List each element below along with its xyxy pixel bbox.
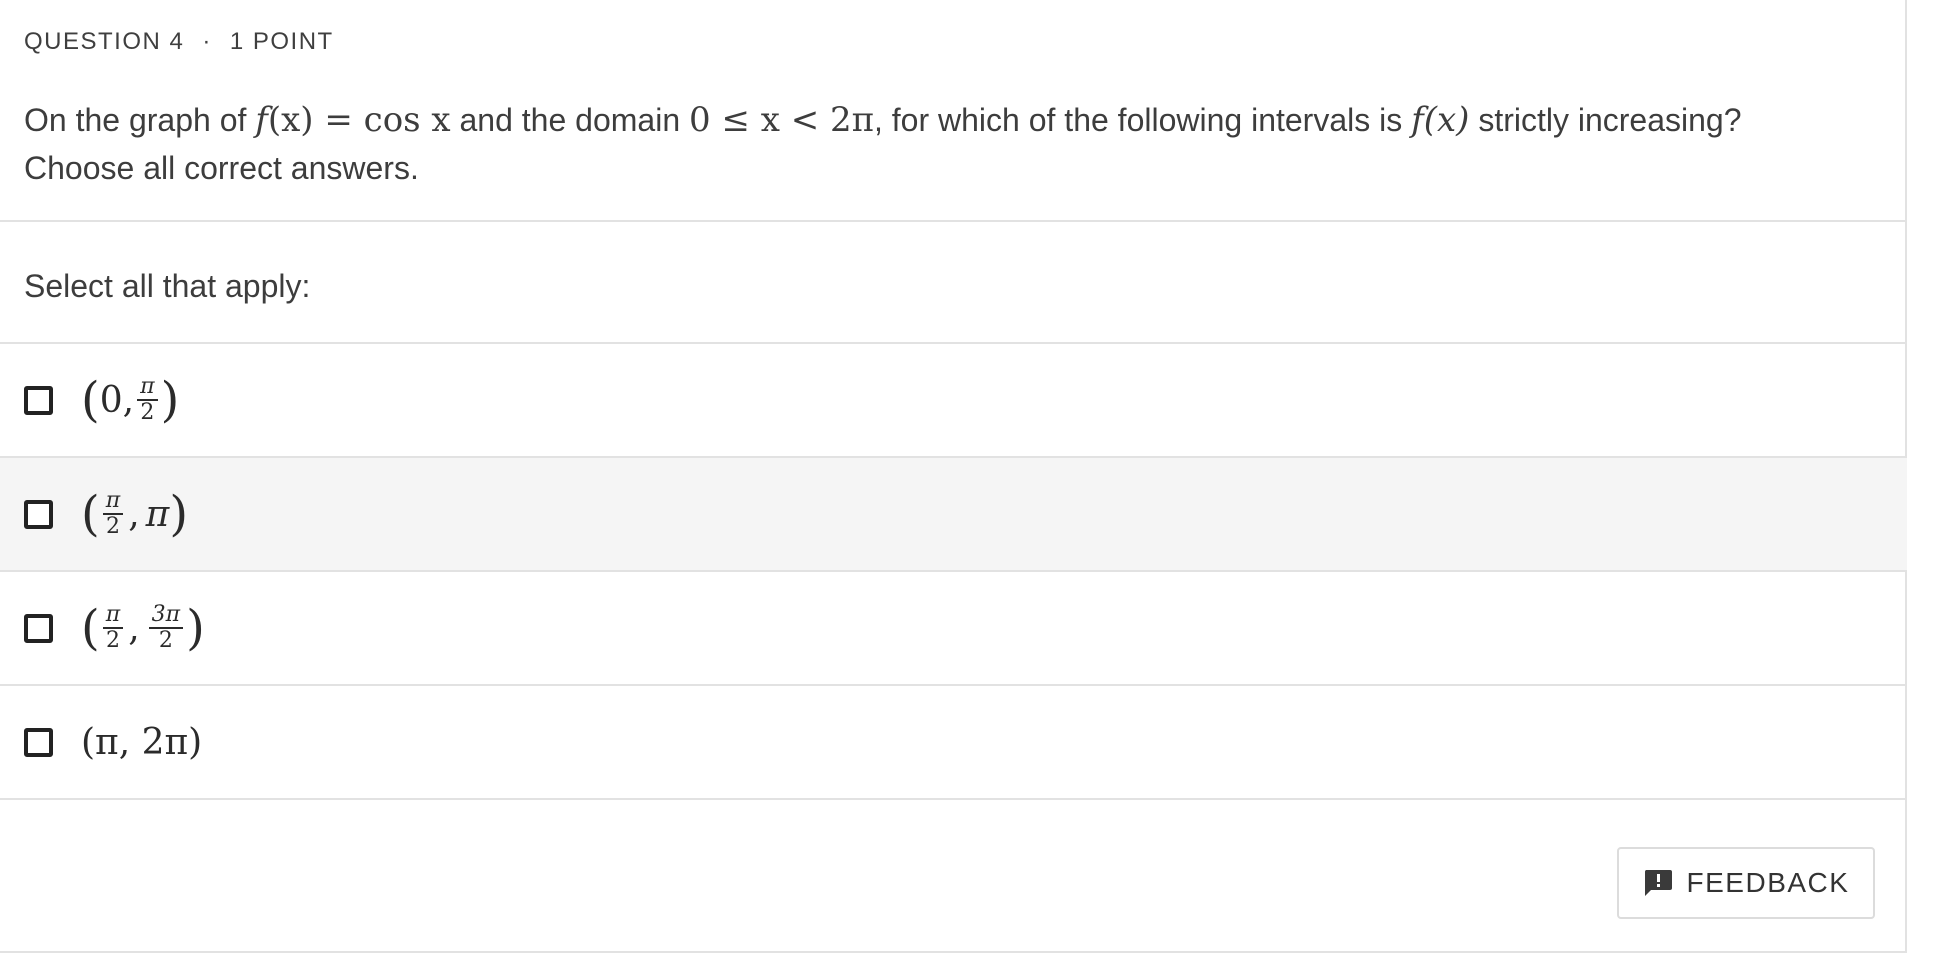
- option-label: (π, 2π): [81, 721, 203, 763]
- option-label: ( π2 , 3π 2 ): [81, 600, 205, 656]
- checkbox[interactable]: [24, 613, 53, 643]
- answer-option-1[interactable]: (0, π2 ): [0, 344, 1907, 456]
- answer-option-3[interactable]: ( π2 , 3π 2 ): [0, 572, 1907, 684]
- question-card: QUESTION 4 · 1 POINT On the graph of f(x…: [0, 0, 1907, 953]
- checkbox[interactable]: [24, 499, 53, 529]
- feedback-button[interactable]: FEEDBACK: [1617, 847, 1875, 919]
- divider: [0, 220, 1907, 222]
- page-margin: [1909, 0, 1942, 956]
- question-header: QUESTION 4 · 1 POINT: [24, 28, 334, 56]
- select-all-label: Select all that apply:: [24, 268, 311, 304]
- feedback-label: FEEDBACK: [1686, 867, 1850, 898]
- question-instruction: Choose all correct answers.: [24, 150, 419, 186]
- answer-option-4[interactable]: (π, 2π): [0, 686, 1907, 798]
- header-separator: ·: [202, 28, 212, 55]
- answer-option-2[interactable]: ( π2 , π): [0, 458, 1907, 570]
- feedback-icon: [1643, 869, 1673, 897]
- question-prompt: On the graph of f(x) = cos x and the dom…: [24, 100, 1742, 186]
- question-points: 1 POINT: [229, 28, 334, 55]
- option-label: (0, π2 ): [81, 372, 180, 428]
- question-number: QUESTION 4: [24, 28, 185, 55]
- checkbox[interactable]: [24, 727, 53, 757]
- checkbox[interactable]: [24, 385, 53, 415]
- option-label: ( π2 , π): [81, 486, 189, 542]
- divider: [0, 798, 1907, 800]
